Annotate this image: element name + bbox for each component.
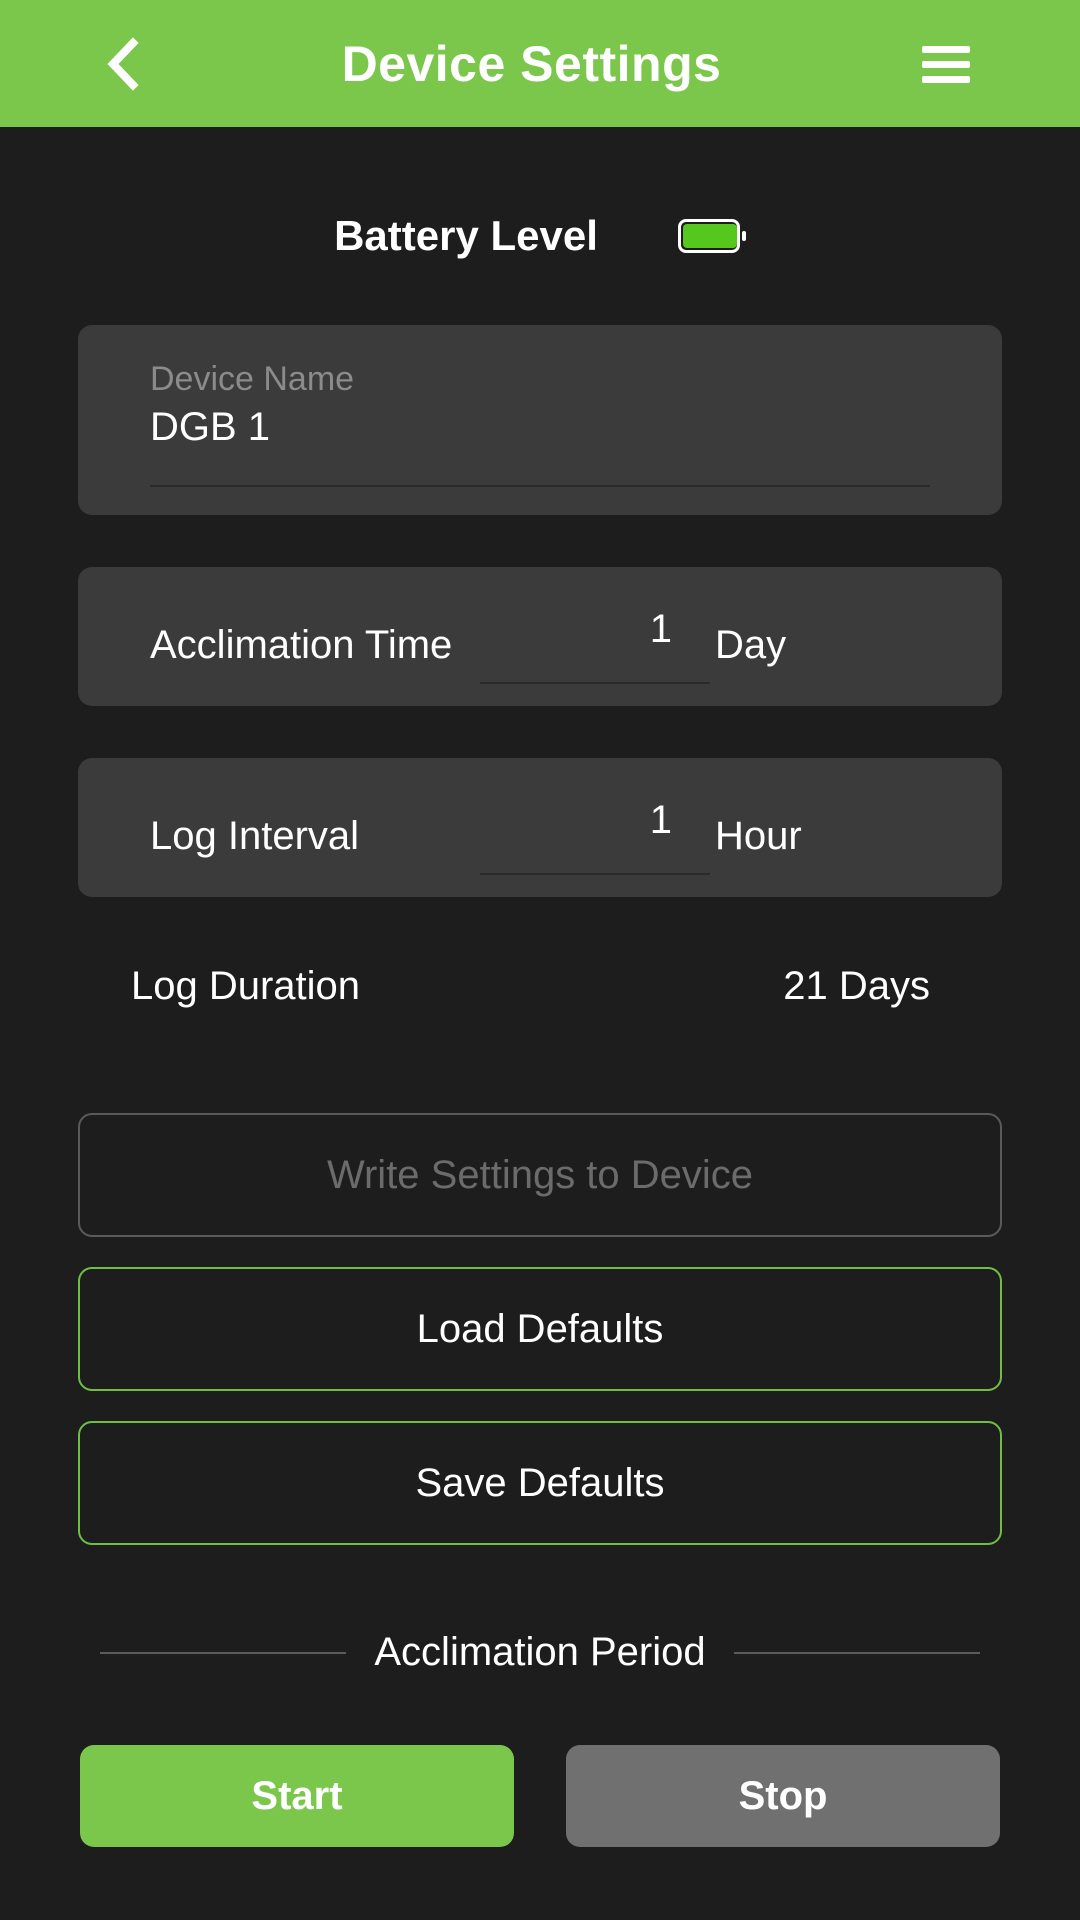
device-name-input[interactable]: DGB 1: [150, 405, 930, 487]
log-interval-unit: Hour: [710, 814, 930, 859]
battery-status-row: Battery Level: [0, 212, 1080, 260]
stop-button[interactable]: Stop: [566, 1745, 1000, 1847]
acclimation-time-label: Acclimation Time: [150, 623, 480, 668]
log-interval-label: Log Interval: [150, 814, 480, 859]
divider-line-left: [100, 1652, 346, 1654]
save-defaults-button[interactable]: Save Defaults: [78, 1421, 1002, 1545]
battery-icon: [678, 219, 746, 253]
acclimation-period-title: Acclimation Period: [374, 1630, 705, 1675]
log-duration-value: 21 Days: [783, 964, 930, 1009]
battery-level-label: Battery Level: [334, 212, 598, 260]
log-duration-label: Log Duration: [131, 964, 360, 1009]
device-name-card: Device Name DGB 1: [78, 325, 1002, 515]
acclimation-action-row: Start Stop: [78, 1745, 1002, 1847]
app-header: Device Settings: [0, 0, 1080, 127]
divider-line-right: [734, 1652, 980, 1654]
acclimation-time-unit: Day: [710, 623, 930, 668]
menu-icon[interactable]: [922, 44, 970, 84]
log-interval-value: 1: [650, 798, 672, 842]
device-name-label: Device Name: [150, 360, 930, 399]
acclimation-time-value: 1: [650, 607, 672, 651]
acclimation-period-divider: Acclimation Period: [100, 1630, 980, 1675]
log-interval-card: Log Interval 1 Hour: [78, 758, 1002, 897]
acclimation-time-input[interactable]: 1: [480, 607, 710, 684]
log-duration-row: Log Duration 21 Days: [78, 949, 1002, 1009]
start-button[interactable]: Start: [80, 1745, 514, 1847]
load-defaults-button[interactable]: Load Defaults: [78, 1267, 1002, 1391]
page-title: Device Settings: [141, 35, 922, 93]
back-icon[interactable]: [105, 37, 141, 91]
acclimation-time-card: Acclimation Time 1 Day: [78, 567, 1002, 706]
write-settings-button[interactable]: Write Settings to Device: [78, 1113, 1002, 1237]
log-interval-input[interactable]: 1: [480, 798, 710, 875]
